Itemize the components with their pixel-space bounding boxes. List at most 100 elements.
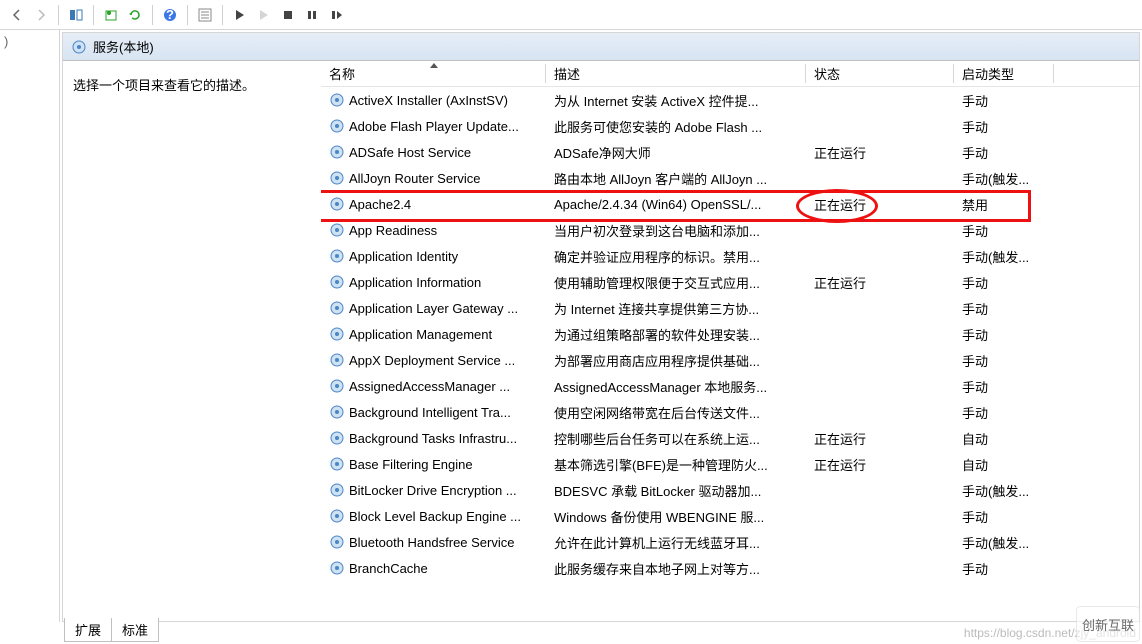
service-type: 手动: [954, 559, 1054, 578]
service-row[interactable]: BitLocker Drive Encryption ...BDESVC 承载 …: [321, 477, 1139, 503]
gear-icon: [329, 300, 345, 316]
service-row[interactable]: Adobe Flash Player Update... 此服务可使您安装的 Ad…: [321, 113, 1139, 139]
gear-icon: [329, 456, 345, 472]
service-row[interactable]: Application Management为通过组策略部署的软件处理安装...…: [321, 321, 1139, 347]
service-name: AppX Deployment Service ...: [349, 353, 515, 368]
gear-icon: [329, 560, 345, 576]
service-type: 手动: [954, 91, 1054, 110]
service-row[interactable]: Bluetooth Handsfree Service允许在此计算机上运行无线蓝…: [321, 529, 1139, 555]
service-row[interactable]: Block Level Backup Engine ...Windows 备份使…: [321, 503, 1139, 529]
service-name: ActiveX Installer (AxInstSV): [349, 93, 508, 108]
service-type: 手动: [954, 117, 1054, 136]
service-row[interactable]: App Readiness当用户初次登录到这台电脑和添加...手动: [321, 217, 1139, 243]
service-name: AssignedAccessManager ...: [349, 379, 510, 394]
service-list: 名称 描述 状态 启动类型 ActiveX Installer (AxInstS…: [321, 61, 1139, 621]
service-desc: 为 Internet 连接共享提供第三方协...: [546, 299, 806, 318]
properties-button[interactable]: [194, 4, 216, 26]
service-desc: 路由本地 AllJoyn 客户端的 AllJoyn ...: [546, 169, 806, 188]
service-row[interactable]: Apache2.4Apache/2.4.34 (Win64) OpenSSL/.…: [321, 191, 1139, 217]
service-desc: ADSafe净网大师: [546, 143, 806, 162]
service-desc: 此服务缓存来自本地子网上对等方...: [546, 559, 806, 578]
list-header: 服务(本地): [63, 33, 1139, 61]
gear-icon: [329, 482, 345, 498]
service-desc: 使用辅助管理权限便于交互式应用...: [546, 273, 806, 292]
service-name: Background Tasks Infrastru...: [349, 431, 517, 446]
service-desc: BDESVC 承载 BitLocker 驱动器加...: [546, 481, 806, 500]
gear-icon: [329, 118, 345, 134]
service-name: App Readiness: [349, 223, 437, 238]
service-type: 手动: [954, 377, 1054, 396]
service-name: Block Level Backup Engine ...: [349, 509, 521, 524]
service-name: Adobe Flash Player Update...: [349, 119, 519, 134]
service-name: Application Identity: [349, 249, 458, 264]
service-row[interactable]: Base Filtering Engine 基本筛选引擎(BFE)是一种管理防火.…: [321, 451, 1139, 477]
service-type: 手动: [954, 273, 1054, 292]
service-row[interactable]: AssignedAccessManager ... AssignedAccessM…: [321, 373, 1139, 399]
show-hide-button[interactable]: [65, 4, 87, 26]
tree-pane[interactable]: ): [0, 30, 60, 622]
service-desc: 基本筛选引擎(BFE)是一种管理防火...: [546, 455, 806, 474]
service-status: 正在运行: [806, 455, 954, 474]
col-startup[interactable]: 启动类型: [954, 61, 1054, 86]
service-name: ADSafe Host Service: [349, 145, 471, 160]
header-title: 服务(本地): [93, 37, 154, 56]
tab-standard[interactable]: 标准: [111, 618, 159, 642]
gear-icon: [329, 274, 345, 290]
help-button[interactable]: ?: [159, 4, 181, 26]
service-type: 手动: [954, 299, 1054, 318]
service-row[interactable]: AllJoyn Router Service路由本地 AllJoyn 客户端的 …: [321, 165, 1139, 191]
gear-icon: [329, 378, 345, 394]
service-type: 禁用: [954, 195, 1054, 214]
sort-asc-icon: [430, 63, 438, 68]
corner-logo: 创新互联: [1076, 606, 1140, 642]
service-row[interactable]: AppX Deployment Service ... 为部署应用商店应用程序提供…: [321, 347, 1139, 373]
service-row[interactable]: Application Identity确定并验证应用程序的标识。禁用...手动…: [321, 243, 1139, 269]
restart-button[interactable]: [325, 4, 347, 26]
service-type: 自动: [954, 429, 1054, 448]
service-row[interactable]: BranchCache此服务缓存来自本地子网上对等方...手动: [321, 555, 1139, 581]
pause-button[interactable]: [301, 4, 323, 26]
play-button[interactable]: [229, 4, 251, 26]
service-desc: 控制哪些后台任务可以在系统上运...: [546, 429, 806, 448]
gear-icon: [329, 430, 345, 446]
service-row[interactable]: Application Information使用辅助管理权限便于交互式应用..…: [321, 269, 1139, 295]
service-type: 手动: [954, 143, 1054, 162]
service-type: 自动: [954, 455, 1054, 474]
service-desc: 确定并验证应用程序的标识。禁用...: [546, 247, 806, 266]
description-pane: 选择一个项目来查看它的描述。: [63, 61, 321, 621]
refresh-button[interactable]: [124, 4, 146, 26]
gear-icon: [329, 534, 345, 550]
forward-button[interactable]: [30, 4, 52, 26]
service-name: Base Filtering Engine: [349, 457, 473, 472]
service-desc: 此服务可使您安装的 Adobe Flash ...: [546, 117, 806, 136]
column-headers: 名称 描述 状态 启动类型: [321, 61, 1139, 87]
col-desc[interactable]: 描述: [546, 61, 806, 86]
service-type: 手动(触发...: [954, 169, 1054, 188]
gear-icon: [329, 170, 345, 186]
export-button[interactable]: [100, 4, 122, 26]
service-row[interactable]: ActiveX Installer (AxInstSV)为从 Internet …: [321, 87, 1139, 113]
view-tabs: 扩展 标准: [64, 618, 159, 642]
service-status: 正在运行: [806, 429, 954, 448]
service-desc: 为部署应用商店应用程序提供基础...: [546, 351, 806, 370]
gear-icon: [329, 326, 345, 342]
gear-icon: [329, 144, 345, 160]
gear-icon: [329, 248, 345, 264]
service-row[interactable]: Background Tasks Infrastru... 控制哪些后台任务可以在…: [321, 425, 1139, 451]
service-desc: AssignedAccessManager 本地服务...: [546, 377, 806, 396]
service-type: 手动: [954, 351, 1054, 370]
service-row[interactable]: Application Layer Gateway ...为 Internet …: [321, 295, 1139, 321]
service-type: 手动: [954, 221, 1054, 240]
service-row[interactable]: Background Intelligent Tra...使用空闲网络带宽在后台…: [321, 399, 1139, 425]
service-status: 正在运行: [806, 195, 954, 214]
service-row[interactable]: ADSafe Host Service ADSafe净网大师正在运行手动: [321, 139, 1139, 165]
service-status: 正在运行: [806, 143, 954, 162]
main-pane: 服务(本地) 选择一个项目来查看它的描述。 名称 描述 状态 启动类型 Acti…: [62, 32, 1140, 622]
col-status[interactable]: 状态: [806, 61, 954, 86]
tab-extended[interactable]: 扩展: [64, 618, 111, 642]
service-desc: 为通过组策略部署的软件处理安装...: [546, 325, 806, 344]
col-name[interactable]: 名称: [321, 61, 546, 86]
service-status: 正在运行: [806, 273, 954, 292]
back-button[interactable]: [6, 4, 28, 26]
stop-button[interactable]: [277, 4, 299, 26]
